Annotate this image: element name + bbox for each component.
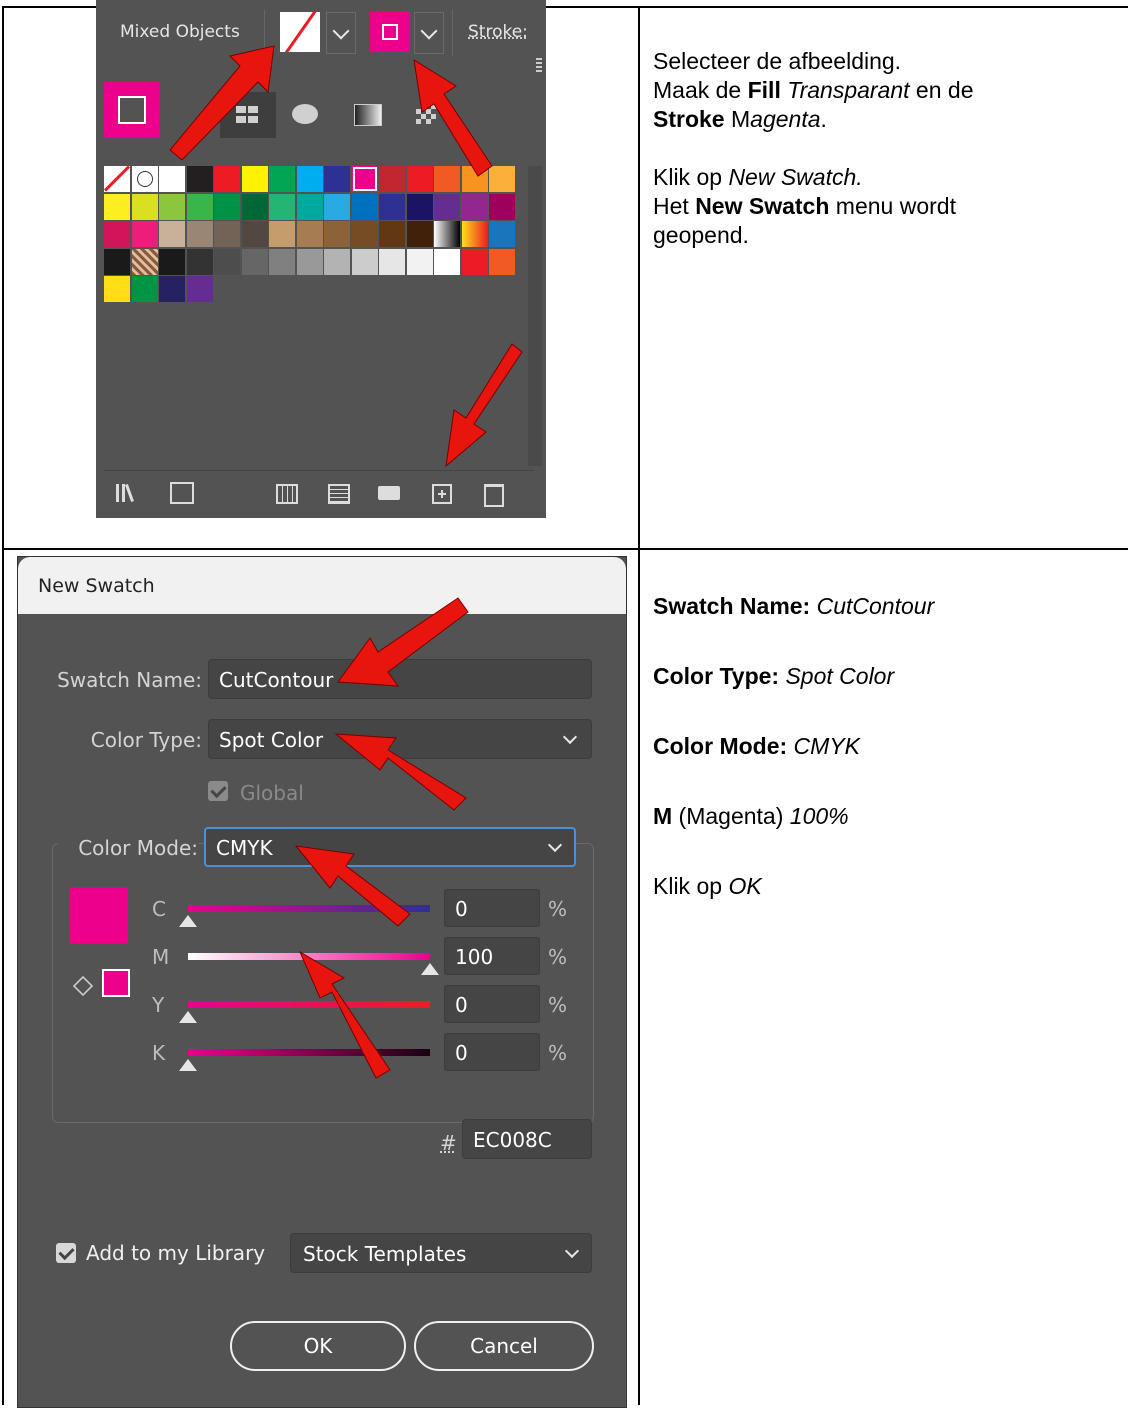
instr-magenta: M (Magenta) 100% <box>653 803 849 829</box>
instructions-bottom: Swatch Name: CutContour Color Type: Spot… <box>653 592 1113 901</box>
instr-line-5: Het New Swatch menu wordt <box>653 193 956 219</box>
instructions-top: Selecteer de afbeelding. Maak de Fill Tr… <box>653 47 1113 250</box>
arrow-to-new-swatch <box>445 343 523 468</box>
arrow-to-color-type <box>334 733 467 811</box>
arrow-to-m-slider <box>298 950 391 1079</box>
instr-color-type: Color Type: Spot Color <box>653 663 895 689</box>
instr-line-3: Stroke Magenta. <box>653 106 827 132</box>
instr-line-6: geopend. <box>653 222 749 248</box>
instr-line-4: Klik op New Swatch. <box>653 164 863 190</box>
arrow-to-swatch-name <box>337 597 469 687</box>
arrow-to-color-mode <box>294 845 411 927</box>
instr-color-mode: Color Mode: CMYK <box>653 733 860 759</box>
instr-line-2: Maak de Fill Transparant en de <box>653 77 974 103</box>
instr-swatch-name: Swatch Name: CutContour <box>653 593 935 619</box>
instr-click-ok: Klik op OK <box>653 873 762 899</box>
arrow-to-fill <box>169 45 275 161</box>
arrow-to-stroke <box>413 59 493 177</box>
instr-line-1: Selecteer de afbeelding. <box>653 48 902 74</box>
